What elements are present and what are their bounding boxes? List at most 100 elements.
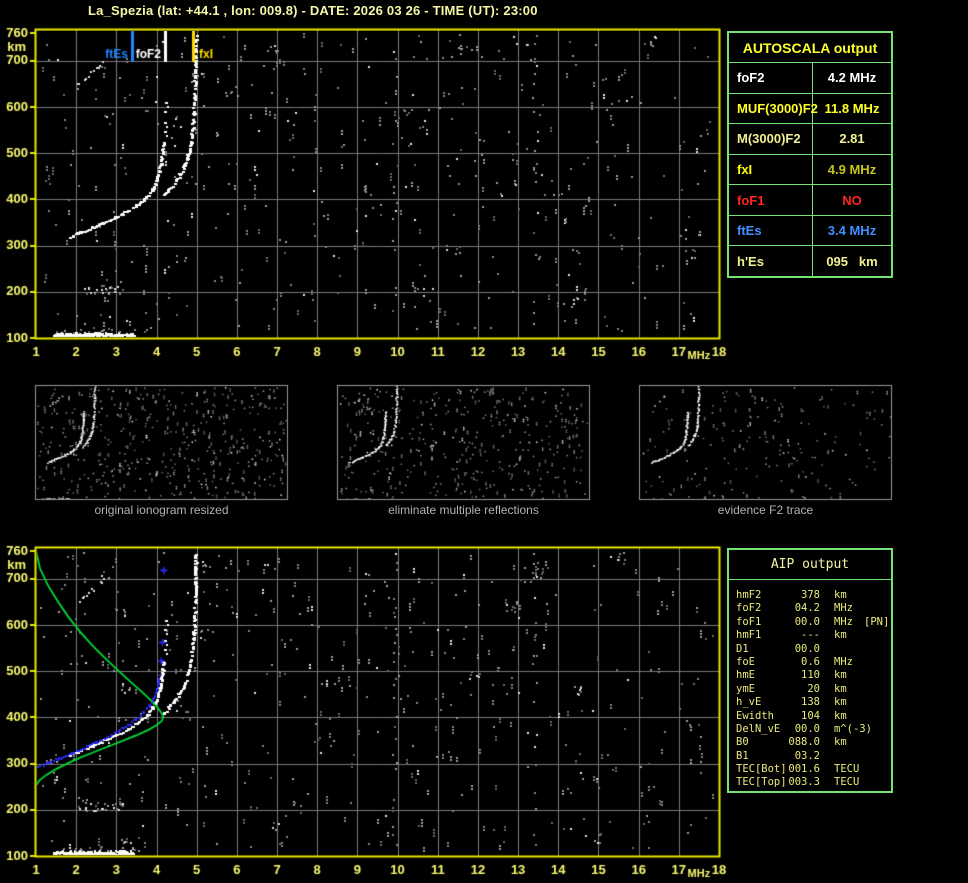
autoscala-row: M(3000)F2 2.81	[729, 124, 891, 155]
aip-row-note: [PN]	[864, 615, 890, 628]
aip-row-value: 04.2	[794, 602, 820, 615]
aip-row-value: 001.6	[788, 763, 820, 776]
aip-table-title: AIP output	[729, 550, 891, 580]
aip-output-table: AIP output hmF2 378 km foF2 04.2 MHz foF…	[727, 548, 893, 793]
aip-row-unit: MHz	[834, 602, 853, 615]
aip-row-unit	[834, 750, 864, 763]
aip-row-note	[864, 629, 891, 642]
aip-row-label: foF2	[736, 602, 762, 615]
aip-row-unit: TECU	[834, 776, 860, 789]
autoscala-row-value: 11.8 MHz	[824, 100, 880, 116]
thumbnail-caption-evidence: evidence F2 trace	[717, 503, 814, 517]
aip-row-note	[864, 723, 891, 736]
aip-row-unit: km	[834, 696, 847, 709]
aip-row-label: foE	[736, 655, 755, 668]
autoscala-window: La_Spezia (lat: +44.1 , lon: 009.8) - DA…	[0, 0, 968, 883]
aip-row-value: 0.6	[801, 655, 820, 668]
aip-row-note	[864, 710, 891, 723]
autoscala-row-value: 4.2 MHz	[827, 70, 877, 86]
aip-row-label: DelN_vE	[736, 722, 781, 735]
aip-row-note	[864, 696, 891, 709]
autoscala-row-label: h'Es	[729, 246, 813, 277]
aip-row-unit: km	[834, 629, 847, 642]
aip-rows: hmF2 378 km foF2 04.2 MHz foF1 00.0 MHz …	[729, 580, 891, 790]
aip-row: Ewidth 104 km	[736, 710, 891, 723]
aip-row-value: 110	[801, 669, 820, 682]
aip-row-value: 00.0	[794, 642, 820, 655]
aip-row-unit: km	[834, 736, 847, 749]
autoscala-rows: foF2 4.2 MHz MUF(3000)F2 11.8 MHz M(3000…	[729, 63, 891, 277]
autoscala-row-value: 2.81	[839, 131, 865, 147]
autoscala-row-value: NO	[842, 192, 862, 208]
aip-row-note	[864, 602, 891, 615]
aip-row-note	[864, 763, 891, 776]
autoscala-row: h'Es 095 km	[729, 246, 891, 277]
aip-row-label: B0	[736, 736, 749, 749]
aip-row-unit: TECU	[834, 763, 860, 776]
aip-row-note	[864, 669, 891, 682]
aip-row-unit: MHz	[834, 615, 853, 628]
autoscala-row-value: 4.9 MHz	[827, 162, 877, 178]
autoscala-row-label: ftEs	[729, 215, 813, 246]
aip-row: foF2 04.2 MHz	[736, 602, 891, 615]
autoscala-output-table: AUTOSCALA output foF2 4.2 MHz MUF(3000)F…	[727, 31, 893, 278]
autoscala-row: ftEs 3.4 MHz	[729, 215, 891, 247]
thumbnail-caption-original: original ionogram resized	[94, 503, 229, 517]
aip-row-unit: m^(-3)	[834, 722, 872, 735]
aip-row: foF1 00.0 MHz [PN]	[736, 616, 891, 629]
autoscala-row-label: fxI	[729, 154, 813, 185]
aip-row-label: TEC[Top]	[736, 776, 787, 789]
aip-row-label: hmE	[736, 669, 755, 682]
aip-row-value: 03.2	[794, 749, 820, 762]
autoscala-row-label: MUF(3000)F2	[729, 93, 818, 124]
aip-row-value: 378	[801, 589, 820, 601]
aip-row-unit: km	[834, 589, 847, 601]
aip-row-note	[864, 750, 891, 763]
aip-row-label: hmF2	[736, 589, 762, 601]
aip-row: foE 0.6 MHz	[736, 656, 891, 669]
autoscala-table-title: AUTOSCALA output	[729, 33, 891, 63]
aip-row-unit: km	[834, 669, 847, 682]
aip-row-label: h_vE	[736, 696, 762, 709]
aip-row-note	[864, 656, 891, 669]
aip-row-unit	[834, 643, 864, 656]
aip-row: B0 088.0 km	[736, 736, 891, 749]
aip-row-value: 20	[807, 682, 820, 695]
aip-row-label: TEC[Bot]	[736, 763, 787, 776]
aip-row-label: D1	[736, 642, 749, 655]
aip-row-note	[864, 643, 891, 656]
aip-row: TEC[Bot] 001.6 TECU	[736, 763, 891, 776]
aip-row: TEC[Top] 003.3 TECU	[736, 776, 891, 789]
aip-row-label: ymE	[736, 682, 755, 695]
aip-row: hmF1 --- km	[736, 629, 891, 642]
autoscala-row-label: foF2	[729, 63, 813, 93]
aip-row-value: 00.0	[794, 615, 820, 628]
aip-row-unit: km	[834, 709, 847, 722]
autoscala-row: MUF(3000)F2 11.8 MHz	[729, 93, 891, 125]
aip-row-label: hmF1	[736, 629, 762, 642]
autoscala-row: fxI 4.9 MHz	[729, 154, 891, 186]
aip-row-note	[864, 736, 891, 749]
aip-row-note	[864, 589, 891, 602]
processing-thumbnails	[0, 380, 968, 505]
aip-row: DelN_vE 00.0 m^(-3)	[736, 723, 891, 736]
aip-row-label: B1	[736, 749, 749, 762]
aip-row-value: 00.0	[794, 722, 820, 735]
thumbnail-caption-eliminate: eliminate multiple reflections	[388, 503, 539, 517]
aip-row-unit: km	[834, 682, 847, 695]
aip-row-note	[864, 776, 891, 789]
